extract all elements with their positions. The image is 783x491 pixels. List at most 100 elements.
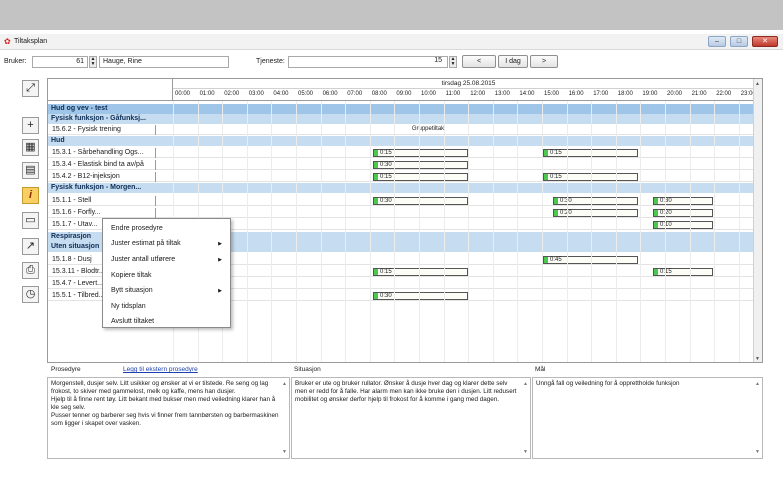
task-duration-bar[interactable]: 0:30 xyxy=(373,197,468,205)
scroll-up-icon[interactable]: ▲ xyxy=(523,380,528,388)
hour-label: 01:00 xyxy=(199,91,215,97)
schedule-row[interactable]: 15.3.1 - Sårbehandling Ogs... 0:15 0:15 xyxy=(48,148,762,158)
context-menu-item[interactable]: Bytt situasjon xyxy=(111,287,153,294)
schedule-row[interactable]: 15.6.2 - Fysisk trening Gruppetiltak xyxy=(48,125,762,135)
task-duration-bar[interactable]: 0:30 xyxy=(653,197,713,205)
hour-label: 18:00 xyxy=(617,91,633,97)
schedule-group-row[interactable]: Hud og vev - test xyxy=(48,104,762,114)
hour-gridline xyxy=(738,101,740,362)
next-day-button[interactable]: > xyxy=(530,55,558,68)
hour-label: 06:00 xyxy=(322,91,338,97)
window-titlebar: ✿ Tiltaksplan – □ ✕ xyxy=(0,34,783,50)
clock-icon[interactable]: ◷ xyxy=(22,286,39,303)
hour-label: 02:00 xyxy=(224,91,240,97)
group-activity-label[interactable]: Gruppetiltak xyxy=(388,126,468,134)
scroll-up-icon[interactable]: ▲ xyxy=(755,81,760,87)
maximize-button[interactable]: □ xyxy=(730,36,748,47)
hour-label: 05:00 xyxy=(298,91,314,97)
context-menu-item[interactable]: Endre prosedyre xyxy=(111,225,163,232)
task-duration-bar[interactable]: 0:15 xyxy=(373,268,468,276)
grid-name-header xyxy=(48,79,173,101)
goal-text-box[interactable]: Unngå fall og veiledning for å opprettho… xyxy=(532,377,763,459)
scroll-up-icon[interactable]: ▲ xyxy=(755,380,760,388)
context-menu-item[interactable]: Avslutt tiltaket xyxy=(111,318,154,325)
hour-gridline xyxy=(591,101,593,362)
schedule-group-row[interactable]: Fysisk funksjon - Morgen... xyxy=(48,183,762,193)
grid-date-header: tirsdag 25.08.2015 xyxy=(173,79,762,89)
row-name: 15.1.8 - Dusj xyxy=(52,256,92,263)
printer-icon[interactable]: ⎙ xyxy=(22,262,39,279)
prev-day-button[interactable]: < xyxy=(462,55,496,68)
hour-header-row: 00:00 01:00 02:00 03:00 04:00 05:00 06:00 07:00… xyxy=(173,89,762,101)
minimize-button[interactable]: – xyxy=(708,36,726,47)
task-duration-bar[interactable]: 0:20 xyxy=(653,209,713,217)
add-external-procedure-link[interactable]: Legg til ekstern prosedyre xyxy=(123,366,198,373)
hour-label: 12:00 xyxy=(470,91,486,97)
hour-label: 00:00 xyxy=(175,91,191,97)
hour-gridline xyxy=(369,101,371,362)
context-menu: Endre prosedyre Juster estimat på tiltak ▶… xyxy=(102,218,231,328)
scroll-down-icon[interactable]: ▼ xyxy=(523,448,528,456)
row-name: 15.1.6 - Forfly... xyxy=(52,209,101,216)
today-button[interactable]: I dag xyxy=(498,55,528,68)
scroll-down-icon[interactable]: ▼ xyxy=(755,448,760,456)
scroll-up-icon[interactable]: ▲ xyxy=(282,380,287,388)
row-name: Respirasjon xyxy=(51,233,92,240)
row-name: 15.4.7 - Levert... xyxy=(52,280,103,287)
procedure-text-box[interactable]: Morgenstell, dusjer selv. Litt usikker o… xyxy=(47,377,290,459)
row-name: 15.5.1 - Tilbred... xyxy=(52,292,105,299)
hour-gridline xyxy=(394,101,396,362)
row-name: Fysisk funksjon - Gåfunksj... xyxy=(51,115,146,122)
row-name: 15.6.2 - Fysisk trening xyxy=(52,126,121,133)
submenu-arrow-icon: ▶ xyxy=(218,257,222,263)
hour-gridline xyxy=(689,101,691,362)
close-button[interactable]: ✕ xyxy=(752,36,778,47)
zoom-value[interactable]: 15 xyxy=(288,56,448,68)
hour-label: 11:00 xyxy=(445,91,461,97)
hour-label: 13:00 xyxy=(494,91,510,97)
situation-text-box[interactable]: Bruker er ute og bruker rullator. Ønsker… xyxy=(291,377,531,459)
hour-gridline xyxy=(468,101,470,362)
chart-icon[interactable]: ↗ xyxy=(22,238,39,255)
user-id-field[interactable]: 61 xyxy=(32,56,88,68)
zoom-spinner[interactable]: ▲ ▼ xyxy=(449,56,457,68)
top-gray-bar xyxy=(0,0,783,30)
schedule-group-row[interactable]: Fysisk funksjon - Gåfunksj... xyxy=(48,114,762,124)
hour-label: 17:00 xyxy=(593,91,609,97)
hour-gridline xyxy=(640,101,642,362)
context-menu-item[interactable]: Kopiere tiltak xyxy=(111,272,151,279)
task-duration-bar[interactable]: 0:15 xyxy=(653,268,713,276)
app-icon: ✿ xyxy=(4,37,11,46)
schedule-row[interactable]: 15.1.1 - Stell0:300:300:30 xyxy=(48,196,762,206)
expand-icon[interactable]: ⤢ xyxy=(22,80,39,97)
schedule-row[interactable]: 15.1.6 - Forfly...0:200:20 xyxy=(48,208,762,218)
context-menu-item[interactable]: Ny tidsplan xyxy=(111,303,146,310)
user-name-field: Hauge, Rine xyxy=(99,56,229,68)
scroll-down-icon[interactable]: ▼ xyxy=(755,356,760,362)
schedule-row[interactable]: 15.4.2 - B12-injeksjon 0:15 0:15 xyxy=(48,172,762,182)
task-duration-bar[interactable]: 0:10 xyxy=(653,221,713,229)
hour-label: 16:00 xyxy=(568,91,584,97)
task-duration-bar[interactable]: 0:15 xyxy=(373,149,468,157)
context-menu-item[interactable]: Juster antall utførere xyxy=(111,256,175,263)
document-icon[interactable]: ▤ xyxy=(22,162,39,179)
hour-gridline xyxy=(517,101,519,362)
task-duration-bar[interactable]: 0:30 xyxy=(373,161,468,169)
calendar-icon[interactable]: ▦ xyxy=(22,139,39,156)
hour-gridline xyxy=(443,101,445,362)
submenu-arrow-icon: ▶ xyxy=(218,288,222,294)
context-menu-item[interactable]: Juster estimat på tiltak xyxy=(111,240,181,247)
scroll-down-icon[interactable]: ▼ xyxy=(282,448,287,456)
hour-label: 08:00 xyxy=(371,91,387,97)
user-id-spinner[interactable]: ▲ ▼ xyxy=(89,56,97,68)
task-duration-bar[interactable]: 0:30 xyxy=(373,292,468,300)
id-card-icon[interactable]: ▭ xyxy=(22,212,39,229)
submenu-arrow-icon: ▶ xyxy=(218,241,222,247)
row-name: Uten situasjon xyxy=(51,243,100,250)
grid-vertical-scrollbar[interactable]: ▲ ▼ xyxy=(753,79,762,362)
schedule-row[interactable]: 15.3.4 - Elastisk bind ta av/på 0:30 xyxy=(48,160,762,170)
task-duration-bar[interactable]: 0:15 xyxy=(373,173,468,181)
schedule-group-row[interactable]: Hud xyxy=(48,136,762,146)
info-icon[interactable]: i xyxy=(22,187,39,204)
add-icon[interactable]: + xyxy=(22,117,39,134)
